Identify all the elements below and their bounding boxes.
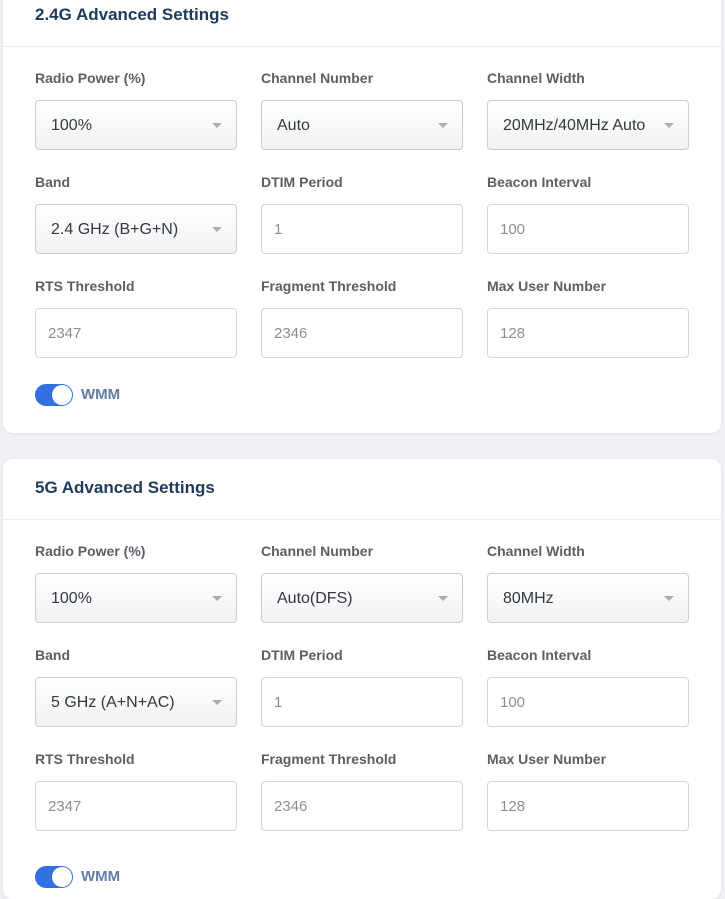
channel-number-select[interactable]: Auto(DFS)	[261, 573, 463, 623]
band-value: 5 GHz (A+N+AC)	[51, 694, 175, 711]
band-label: Band	[35, 647, 70, 663]
channel-number-label: Channel Number	[261, 543, 374, 559]
channel-width-value: 80MHz	[503, 590, 554, 607]
beacon-interval-input[interactable]	[487, 204, 689, 254]
toggle-knob	[52, 867, 72, 887]
channel-number-select[interactable]: Auto	[261, 100, 463, 150]
radio-power-field: Radio Power (%) 100%	[35, 70, 237, 150]
channel-width-select[interactable]: 20MHz/40MHz Auto	[487, 100, 689, 150]
wmm-label: WMM	[81, 386, 121, 403]
card-header: 5G Advanced Settings	[3, 459, 721, 520]
channel-width-select[interactable]: 80MHz	[487, 573, 689, 623]
chevron-down-icon	[664, 123, 674, 128]
dtim-period-input[interactable]	[261, 204, 463, 254]
beacon-interval-label: Beacon Interval	[487, 647, 592, 663]
band-label: Band	[35, 174, 70, 190]
band-value: 2.4 GHz (B+G+N)	[51, 221, 179, 238]
dtim-period-label: DTIM Period	[261, 174, 343, 190]
chevron-down-icon	[212, 700, 222, 705]
channel-width-label: Channel Width	[487, 543, 585, 559]
max-user-number-input[interactable]	[487, 781, 689, 831]
band-select[interactable]: 5 GHz (A+N+AC)	[35, 677, 237, 727]
rts-threshold-input[interactable]	[35, 308, 237, 358]
dtim-period-field: DTIM Period	[261, 647, 463, 727]
radio-power-value: 100%	[51, 590, 92, 607]
wmm-label: WMM	[81, 868, 121, 885]
settings-row-1: Radio Power (%) 100% Channel Number Auto…	[35, 543, 689, 647]
wmm-toggle[interactable]	[35, 384, 73, 406]
radio-power-select[interactable]: 100%	[35, 100, 237, 150]
toggle-knob	[52, 385, 72, 405]
rts-threshold-label: RTS Threshold	[35, 278, 135, 294]
band-select[interactable]: 2.4 GHz (B+G+N)	[35, 204, 237, 254]
fragment-threshold-field: Fragment Threshold	[261, 278, 463, 358]
settings-row-2: Band 5 GHz (A+N+AC) DTIM Period Beacon I…	[35, 647, 689, 751]
radio-power-value: 100%	[51, 117, 92, 134]
wmm-toggle[interactable]	[35, 866, 73, 888]
section-title-2g: 2.4G Advanced Settings	[35, 5, 229, 24]
channel-number-field: Channel Number Auto	[261, 70, 463, 150]
settings-row-3: RTS Threshold Fragment Threshold Max Use…	[35, 751, 689, 855]
dtim-period-field: DTIM Period	[261, 174, 463, 254]
channel-number-value: Auto(DFS)	[277, 590, 353, 607]
channel-number-field: Channel Number Auto(DFS)	[261, 543, 463, 623]
max-user-number-field: Max User Number	[487, 751, 689, 831]
chevron-down-icon	[212, 596, 222, 601]
band-field: Band 5 GHz (A+N+AC)	[35, 647, 237, 727]
radio-power-select[interactable]: 100%	[35, 573, 237, 623]
chevron-down-icon	[212, 227, 222, 232]
beacon-interval-field: Beacon Interval	[487, 647, 689, 727]
channel-number-value: Auto	[277, 117, 310, 134]
settings-grid-2g: Radio Power (%) 100% Channel Number Auto…	[35, 70, 689, 382]
settings-row-2: Band 2.4 GHz (B+G+N) DTIM Period Beacon …	[35, 174, 689, 278]
channel-width-field: Channel Width 20MHz/40MHz Auto	[487, 70, 689, 150]
rts-threshold-input[interactable]	[35, 781, 237, 831]
chevron-down-icon	[438, 123, 448, 128]
radio-power-field: Radio Power (%) 100%	[35, 543, 237, 623]
chevron-down-icon	[212, 123, 222, 128]
channel-width-field: Channel Width 80MHz	[487, 543, 689, 623]
settings-grid-5g: Radio Power (%) 100% Channel Number Auto…	[35, 543, 689, 855]
beacon-interval-label: Beacon Interval	[487, 174, 592, 190]
max-user-number-label: Max User Number	[487, 278, 607, 294]
rts-threshold-label: RTS Threshold	[35, 751, 135, 767]
settings-row-3: RTS Threshold Fragment Threshold Max Use…	[35, 278, 689, 382]
rts-threshold-field: RTS Threshold	[35, 278, 237, 358]
section-title-5g: 5G Advanced Settings	[35, 478, 215, 497]
beacon-interval-field: Beacon Interval	[487, 174, 689, 254]
band-field: Band 2.4 GHz (B+G+N)	[35, 174, 237, 254]
radio-power-label: Radio Power (%)	[35, 70, 146, 86]
radio-power-label: Radio Power (%)	[35, 543, 146, 559]
fragment-threshold-input[interactable]	[261, 308, 463, 358]
beacon-interval-input[interactable]	[487, 677, 689, 727]
channel-width-value: 20MHz/40MHz Auto	[503, 117, 646, 134]
dtim-period-input[interactable]	[261, 677, 463, 727]
advanced-settings-5g-card: 5G Advanced Settings Radio Power (%) 100…	[3, 459, 721, 899]
settings-row-1: Radio Power (%) 100% Channel Number Auto…	[35, 70, 689, 174]
max-user-number-field: Max User Number	[487, 278, 689, 358]
chevron-down-icon	[438, 596, 448, 601]
fragment-threshold-field: Fragment Threshold	[261, 751, 463, 831]
rts-threshold-field: RTS Threshold	[35, 751, 237, 831]
advanced-settings-2g-card: 2.4G Advanced Settings Radio Power (%) 1…	[3, 0, 721, 433]
chevron-down-icon	[664, 596, 674, 601]
max-user-number-input[interactable]	[487, 308, 689, 358]
channel-width-label: Channel Width	[487, 70, 585, 86]
channel-number-label: Channel Number	[261, 70, 374, 86]
card-header: 2.4G Advanced Settings	[3, 0, 721, 47]
max-user-number-label: Max User Number	[487, 751, 607, 767]
fragment-threshold-label: Fragment Threshold	[261, 751, 397, 767]
fragment-threshold-label: Fragment Threshold	[261, 278, 397, 294]
fragment-threshold-input[interactable]	[261, 781, 463, 831]
dtim-period-label: DTIM Period	[261, 647, 343, 663]
